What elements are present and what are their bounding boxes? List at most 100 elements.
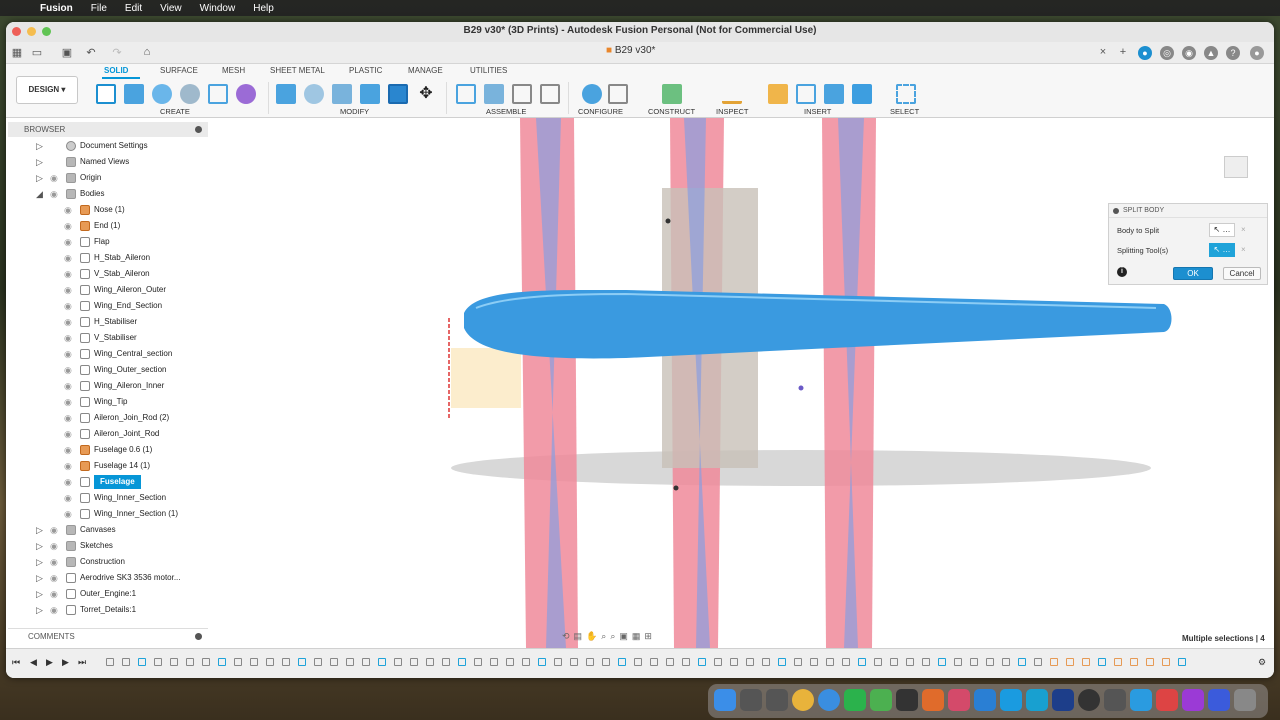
app-icon[interactable] [1104,689,1126,711]
visibility-icon[interactable]: ◉ [50,603,58,617]
avatar[interactable]: ● [1250,46,1264,60]
timeline-feature[interactable] [698,658,706,666]
body-item[interactable]: ◉ Aileron_Join_Rod (2) [8,411,208,425]
app-icon[interactable] [870,689,892,711]
timeline-feature[interactable] [218,658,226,666]
browser-item[interactable]: ▷ ◉ Torret_Details:1 [8,603,208,617]
close-window-button[interactable] [12,27,21,36]
visibility-icon[interactable]: ◉ [64,203,72,217]
app-icon[interactable] [948,689,970,711]
expand-icon[interactable]: ▷ [36,155,43,169]
timeline-feature[interactable] [106,658,114,666]
insert-group-label[interactable]: INSERT [804,107,831,116]
configure-icon[interactable] [582,84,602,104]
timeline-feature[interactable] [1034,658,1042,666]
timeline-feature[interactable] [1130,658,1138,666]
expand-icon[interactable]: ▷ [36,539,43,553]
timeline-feature[interactable] [154,658,162,666]
visibility-icon[interactable]: ◉ [64,443,72,457]
visibility-icon[interactable]: ◉ [50,187,58,201]
timeline-feature[interactable] [874,658,882,666]
timeline-feature[interactable] [394,658,402,666]
app-icon[interactable] [1026,689,1048,711]
browser-item[interactable]: ▷ ◉ Outer_Engine:1 [8,587,208,601]
tab-solid[interactable]: SOLID [104,66,128,75]
new-tab-icon[interactable]: + [1116,46,1130,58]
timeline-feature[interactable] [570,658,578,666]
visibility-icon[interactable]: ◉ [64,395,72,409]
body-item[interactable]: ◉ Wing_Inner_Section [8,491,208,505]
create-form-icon[interactable] [236,84,256,104]
browser-item[interactable]: ▷ Document Settings [8,139,208,153]
timeline-feature[interactable] [666,658,674,666]
timeline-feature[interactable] [458,658,466,666]
chamfer-icon[interactable] [332,84,352,104]
view-cube-face[interactable] [1224,156,1248,178]
fit-icon[interactable]: ⌕ [610,631,615,642]
app-icon[interactable] [1052,689,1074,711]
configure-table-icon[interactable] [608,84,628,104]
notifications-icon[interactable]: ▲ [1204,46,1218,60]
browser-item[interactable]: ▷ Named Views [8,155,208,169]
fusion-dock-icon[interactable] [922,689,944,711]
body-item[interactable]: ◉ Fuselage 14 (1) [8,459,208,473]
timeline-feature[interactable] [234,658,242,666]
timeline-feature[interactable] [538,658,546,666]
timeline-feature[interactable] [490,658,498,666]
create-sketch-icon[interactable] [96,84,116,104]
body-item[interactable]: ◉ H_Stabiliser [8,315,208,329]
timeline-feature[interactable] [602,658,610,666]
visibility-icon[interactable]: ◉ [64,219,72,233]
view-cube[interactable] [1218,148,1256,192]
timeline-feature[interactable] [1050,658,1058,666]
vscode-icon[interactable] [974,689,996,711]
go-to-start-icon[interactable]: ⏮ [12,657,20,668]
body-item[interactable]: ◉ Wing_End_Section [8,299,208,313]
body-item[interactable]: ◉ V_Stabiliser [8,331,208,345]
as-built-joint-icon[interactable] [512,84,532,104]
visibility-icon[interactable]: ◉ [64,379,72,393]
timeline-feature[interactable] [1098,658,1106,666]
body-item[interactable]: ◉ Wing_Tip [8,395,208,409]
visibility-icon[interactable]: ◉ [64,283,72,297]
zoom-icon[interactable]: ⌕ [601,631,606,642]
expand-icon[interactable]: ▷ [36,523,43,537]
visibility-icon[interactable]: ◉ [64,235,72,249]
app-icon[interactable] [1156,689,1178,711]
visibility-icon[interactable]: ◉ [64,347,72,361]
timeline-feature[interactable] [522,658,530,666]
timeline-feature[interactable] [314,658,322,666]
timeline-feature[interactable] [970,658,978,666]
tab-utilities[interactable]: UTILITIES [470,66,507,75]
app-icon[interactable] [1130,689,1152,711]
browser-item[interactable]: ▷ ◉ Canvases [8,523,208,537]
close-tab-icon[interactable]: × [1096,46,1110,58]
construct-group-label[interactable]: CONSTRUCT [648,107,695,116]
browser-item[interactable]: ▷ ◉ Aerodrive SK3 3536 motor... [8,571,208,585]
visibility-icon[interactable]: ◉ [50,571,58,585]
timeline-feature[interactable] [474,658,482,666]
document-tab[interactable]: ■ B29 v30* [606,45,655,56]
pan-icon[interactable]: ✋ [586,631,597,642]
visibility-icon[interactable]: ◉ [64,491,72,505]
timeline-feature[interactable] [810,658,818,666]
timeline-feature[interactable] [714,658,722,666]
timeline-feature[interactable] [650,658,658,666]
timeline-feature[interactable] [1082,658,1090,666]
timeline-feature[interactable] [1018,658,1026,666]
splitting-tools-select[interactable]: ↖ … [1209,243,1235,257]
hole-icon[interactable] [180,84,200,104]
grid-settings-icon[interactable]: ▦ [632,631,641,642]
expand-icon[interactable]: ▷ [36,555,43,569]
timeline-feature[interactable] [410,658,418,666]
timeline-feature[interactable] [730,658,738,666]
joint-origin-icon[interactable] [540,84,560,104]
timeline-feature[interactable] [938,658,946,666]
extensions-icon[interactable]: ● [1138,46,1152,60]
timeline-feature[interactable] [378,658,386,666]
extrude-icon[interactable] [124,84,144,104]
info-icon[interactable]: i [1117,267,1127,277]
timeline-feature[interactable] [922,658,930,666]
browser-item[interactable]: ◢ ◉ Bodies [8,187,208,201]
timeline-feature[interactable] [122,658,130,666]
